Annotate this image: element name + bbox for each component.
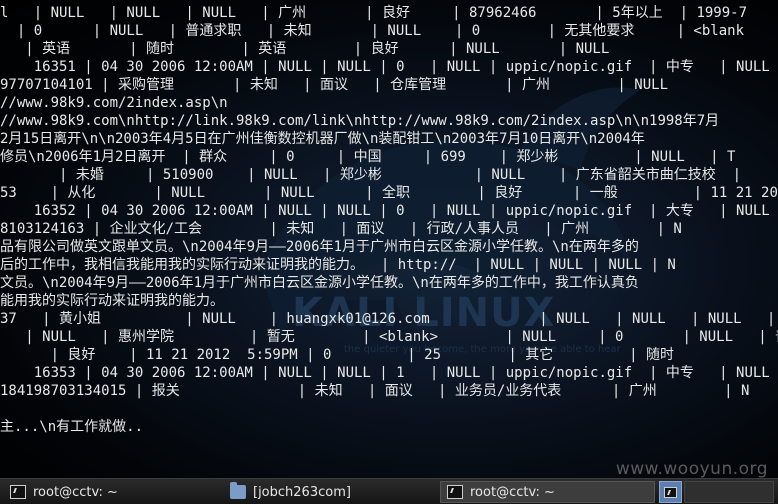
terminal-line: | 未婚 | 510900 | NULL | 郑少彬 | NULL | 广东省韶… xyxy=(0,167,742,183)
terminal-line: 主...\n有工作就做.. xyxy=(0,419,144,435)
terminal-line: 品有限公司做英文跟单文员。\n2004年9月——2006年1月于广州市白云区金源… xyxy=(0,239,639,255)
terminal-line: | 0 | NULL | 普通求职 | 未知 | NULL | 0 | 无其他要… xyxy=(0,23,745,39)
terminal-line: 8103124163 | 企业文化/工会 | 未知 | 面议 | 行政/人事人员… xyxy=(0,221,682,237)
terminal-line: 2月15日离开\n\n2003年4月5日在广州佳衡数控机器厂做\n装配钳工\n2… xyxy=(0,131,645,147)
wooyun-watermark: www.wooyun.org xyxy=(615,459,768,478)
terminal-icon xyxy=(10,485,26,499)
folder-icon xyxy=(230,482,246,499)
terminal-line: 53 | 从化 | NULL | NULL | 全职 | 良好 | 一般 | 1… xyxy=(0,185,778,201)
terminal-line: 能用我的实际行动来证明我的能力。 xyxy=(0,293,224,309)
taskbar-item-label: root@cctv: ~ xyxy=(33,484,118,500)
terminal-icon xyxy=(447,485,463,499)
terminal-line: 16351 | 04 30 2006 12:00AM | NULL | NULL… xyxy=(0,59,770,75)
taskbar-item-terminal-1[interactable]: root@cctv: ~ xyxy=(4,481,220,503)
terminal-window[interactable]: KALI LINUX the quieter you become, the m… xyxy=(0,0,778,478)
terminal-line: 16353 | 04 30 2006 12:00AM | NULL | NULL… xyxy=(0,365,770,381)
terminal-icon xyxy=(664,486,677,498)
terminal-line: 16352 | 04 30 2006 12:00AM | NULL | NULL… xyxy=(0,203,770,219)
workspace-switcher-button[interactable] xyxy=(659,481,682,503)
terminal-line: 文员。\n2004年9月——2006年1月于广州市白云区金源小学任教。\n在两年… xyxy=(0,275,639,291)
taskbar-item-label: root@cctv: ~ xyxy=(470,484,555,500)
terminal-line: //www.98k9.com/2index.asp\n xyxy=(0,95,228,111)
terminal-line: | NULL | 惠州学院 | 暂无 | <blank> | NULL | 0 … xyxy=(0,329,778,345)
workspace-pager[interactable] xyxy=(684,481,774,503)
terminal-line: | 良好 | 11 21 2012 5:59PM | 0 | 25 | 其它 |… xyxy=(0,347,675,363)
terminal-line: l | NULL | NULL | NULL | 广州 | 良好 | 87962… xyxy=(0,5,748,21)
terminal-line: | 英语 | 随时 | 英语 | 良好 | NULL | NULL xyxy=(0,41,610,57)
terminal-line: //www.98k9.com\nhttp://link.98k9.com/lin… xyxy=(0,113,720,129)
terminal-output: l | NULL | NULL | NULL | 广州 | 良好 | 87962… xyxy=(0,4,778,436)
terminal-line: 后的工作中，我相信我能用我的实际行动来证明我的能力。 | http:// | N… xyxy=(0,257,676,273)
terminal-line: 修员\n2006年1月2日离开 | 群众 | 0 | 中国 | 699 | 郑少… xyxy=(0,149,736,165)
taskbar-item-file-manager[interactable]: [jobch263com] xyxy=(224,481,434,503)
taskbar-item-label: [jobch263com] xyxy=(253,484,351,500)
terminal-line: 97707104101 | 采购管理 | 未知 | 面议 | 仓库管理 | 广州… xyxy=(0,77,669,93)
taskbar-item-terminal-2[interactable]: root@cctv: ~ xyxy=(440,481,655,503)
terminal-line: 184198703134015 | 报关 | 未知 | 面议 | 业务员/业务代… xyxy=(0,383,750,399)
taskbar: root@cctv: ~ [jobch263com] root@cctv: ~ xyxy=(0,478,778,504)
terminal-line: 37 | 黄小姐 | NULL | huangxk01@126.com | NU… xyxy=(0,311,778,327)
